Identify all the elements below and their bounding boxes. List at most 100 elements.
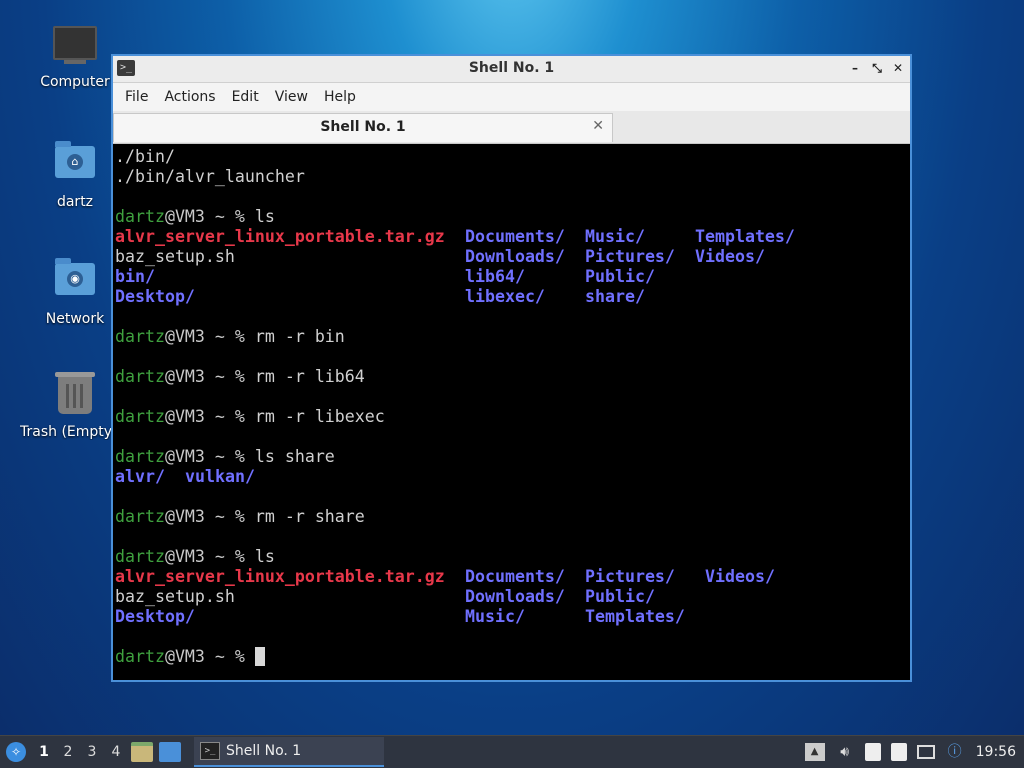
workspace-1[interactable]: 1 (32, 744, 56, 760)
menu-actions[interactable]: Actions (156, 83, 223, 111)
terminal-task-icon: >_ (200, 742, 220, 760)
command-text: ls share (254, 447, 335, 466)
prompt-user: dartz (115, 507, 165, 526)
prompt-host: @VM3 ~ % (164, 547, 255, 566)
prompt-user: dartz (115, 547, 165, 566)
show-desktop-icon[interactable] (159, 742, 181, 762)
command-text: ls (254, 547, 275, 566)
terminal-window: >_ Shell No. 1 – ⤡ ✕ File Actions Edit V… (111, 54, 912, 682)
file-entry: alvr/ (115, 467, 165, 486)
terminal-line: dartz@VM3 ~ % ls share (115, 447, 910, 467)
file-entry: Pictures/ (585, 567, 675, 586)
taskbar-task-shell[interactable]: >_ Shell No. 1 (194, 737, 384, 767)
taskbar: ✧ 1 2 3 4 >_ Shell No. 1 ▲ 🔊︎ ⓘ 19:56 (0, 735, 1024, 768)
command-text: rm -r share (254, 507, 365, 526)
file-entry: Videos/ (695, 247, 765, 266)
file-entry: Desktop/ (115, 607, 195, 626)
prompt-host: @VM3 ~ % (164, 367, 255, 386)
terminal-line: dartz@VM3 ~ % ls (115, 547, 910, 567)
terminal-line: dartz@VM3 ~ % rm -r bin (115, 327, 910, 347)
prompt-user: dartz (115, 207, 165, 226)
workspace-4[interactable]: 4 (104, 744, 128, 760)
menu-edit[interactable]: Edit (224, 83, 267, 111)
file-entry: libexec/ (465, 287, 545, 306)
terminal-line: dartz@VM3 ~ % rm -r libexec (115, 407, 910, 427)
command-text: rm -r bin (254, 327, 345, 346)
prompt-host: @VM3 ~ % (164, 447, 255, 466)
network-folder-icon: ◉ (53, 258, 97, 307)
terminal-line: ./bin/ (115, 147, 910, 167)
terminal-line: ./bin/alvr_launcher (115, 167, 910, 187)
menu-help[interactable]: Help (316, 83, 364, 111)
close-button[interactable]: ✕ (889, 59, 907, 77)
prompt-user: dartz (115, 367, 165, 386)
notification-icon[interactable]: ⓘ (945, 743, 965, 761)
terminal-line: dartz@VM3 ~ % (115, 647, 910, 667)
file-entry: Templates/ (585, 607, 685, 626)
file-entry: share/ (585, 287, 645, 306)
terminal-output[interactable]: ./bin/./bin/alvr_launcher dartz@VM3 ~ % l… (113, 144, 910, 680)
start-menu-icon[interactable]: ✧ (6, 742, 26, 762)
menu-bar: File Actions Edit View Help (113, 83, 910, 111)
file-entry: Public/ (585, 587, 655, 606)
volume-icon[interactable]: 🔊︎ (835, 743, 855, 761)
terminal-line: baz_setup.sh Downloads/Public/ (115, 587, 910, 607)
output-text: ./bin/ (115, 147, 175, 166)
file-entry: vulkan/ (185, 467, 255, 486)
terminal-line: bin/lib64/Public/ (115, 267, 910, 287)
command-text: ls (254, 207, 275, 226)
workspace-3[interactable]: 3 (80, 744, 104, 760)
window-title: Shell No. 1 (468, 60, 555, 76)
file-entry: Downloads/ (465, 247, 565, 266)
text-cursor (254, 647, 265, 666)
prompt-user: dartz (115, 407, 165, 426)
notes-icon[interactable] (890, 743, 907, 761)
file-entry: Downloads/ (465, 587, 565, 606)
trash-icon (53, 372, 97, 420)
file-entry: Desktop/ (115, 287, 195, 306)
menu-view[interactable]: View (267, 83, 316, 111)
command-text: rm -r lib64 (254, 367, 365, 386)
terminal-line: dartz@VM3 ~ % ls (115, 207, 910, 227)
file-entry: alvr_server_linux_portable.tar.gz (115, 567, 445, 586)
file-entry: alvr_server_linux_portable.tar.gz (115, 227, 445, 246)
file-manager-icon[interactable] (131, 742, 153, 762)
terminal-line: Desktop/Music/Templates/ (115, 607, 910, 627)
updates-icon[interactable]: ▲ (804, 743, 825, 761)
file-entry: Videos/ (705, 567, 775, 586)
desktop-icon-label: Trash (Empty) (20, 424, 115, 440)
clipboard-icon[interactable] (864, 743, 881, 761)
clock[interactable]: 19:56 (976, 744, 1016, 760)
file-entry: baz_setup.sh (115, 587, 235, 606)
command-text: rm -r libexec (254, 407, 385, 426)
file-entry: Documents/ (465, 567, 565, 586)
terminal-line: dartz@VM3 ~ % rm -r share (115, 507, 910, 527)
file-entry: lib64/ (465, 267, 525, 286)
prompt-user: dartz (115, 447, 165, 466)
output-text: ./bin/alvr_launcher (115, 167, 305, 186)
system-tray: ▲ 🔊︎ ⓘ 19:56 (800, 736, 1024, 768)
terminal-line: alvr_server_linux_portable.tar.gz Documen… (115, 227, 910, 247)
workspace-2[interactable]: 2 (56, 744, 80, 760)
prompt-host: @VM3 ~ % (164, 207, 255, 226)
file-entry: Music/ (465, 607, 525, 626)
terminal-line: dartz@VM3 ~ % rm -r lib64 (115, 367, 910, 387)
prompt-host: @VM3 ~ % (164, 507, 255, 526)
task-label: Shell No. 1 (226, 743, 302, 759)
tab-close-icon[interactable]: ✕ (592, 118, 604, 134)
prompt-user: dartz (115, 327, 165, 346)
menu-file[interactable]: File (117, 83, 156, 111)
file-entry: bin/ (115, 267, 155, 286)
minimize-button[interactable]: – (846, 59, 864, 77)
network-status-icon[interactable] (916, 745, 935, 759)
tab-shell-1[interactable]: Shell No. 1 ✕ (113, 113, 613, 142)
terminal-line: baz_setup.sh Downloads/Pictures/Videos/ (115, 247, 910, 267)
restore-button[interactable]: ⤡ (868, 59, 886, 77)
file-entry: Pictures/ (585, 247, 675, 266)
tab-label: Shell No. 1 (320, 119, 406, 135)
window-titlebar[interactable]: >_ Shell No. 1 – ⤡ ✕ (113, 56, 910, 83)
